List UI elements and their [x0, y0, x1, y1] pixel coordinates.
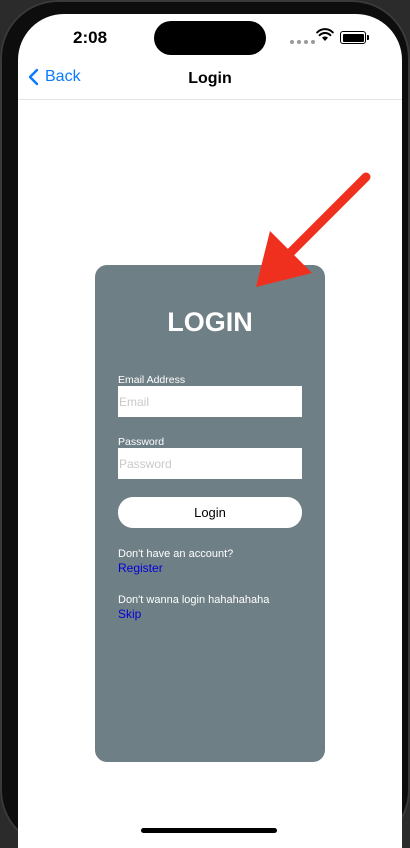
password-field[interactable]: [118, 448, 302, 479]
email-label: Email Address: [118, 374, 186, 386]
battery-icon: [340, 31, 369, 44]
home-indicator: [141, 828, 277, 833]
login-card: LOGIN Email Address Password Login Don't…: [95, 265, 325, 762]
dynamic-island: [154, 21, 266, 55]
register-prompt: Don't have an account?: [118, 548, 234, 560]
signal-icon: [290, 40, 315, 44]
email-field[interactable]: [118, 386, 302, 417]
password-label: Password: [118, 436, 165, 448]
status-time: 2:08: [73, 28, 108, 47]
skip-link[interactable]: Skip: [118, 607, 141, 621]
annotation-arrow-icon: [256, 172, 371, 287]
page-title: Login: [188, 70, 232, 87]
login-button[interactable]: Login: [118, 497, 302, 528]
skip-prompt: Don't wanna login hahahahaha: [118, 594, 270, 606]
navigation-bar: Back Login: [18, 62, 402, 100]
register-link[interactable]: Register: [118, 561, 163, 575]
phone-screen: 2:08 Back Login LOGIN Email Address Pass…: [18, 14, 402, 848]
card-title: LOGIN: [167, 307, 253, 337]
wifi-icon: [316, 28, 334, 41]
